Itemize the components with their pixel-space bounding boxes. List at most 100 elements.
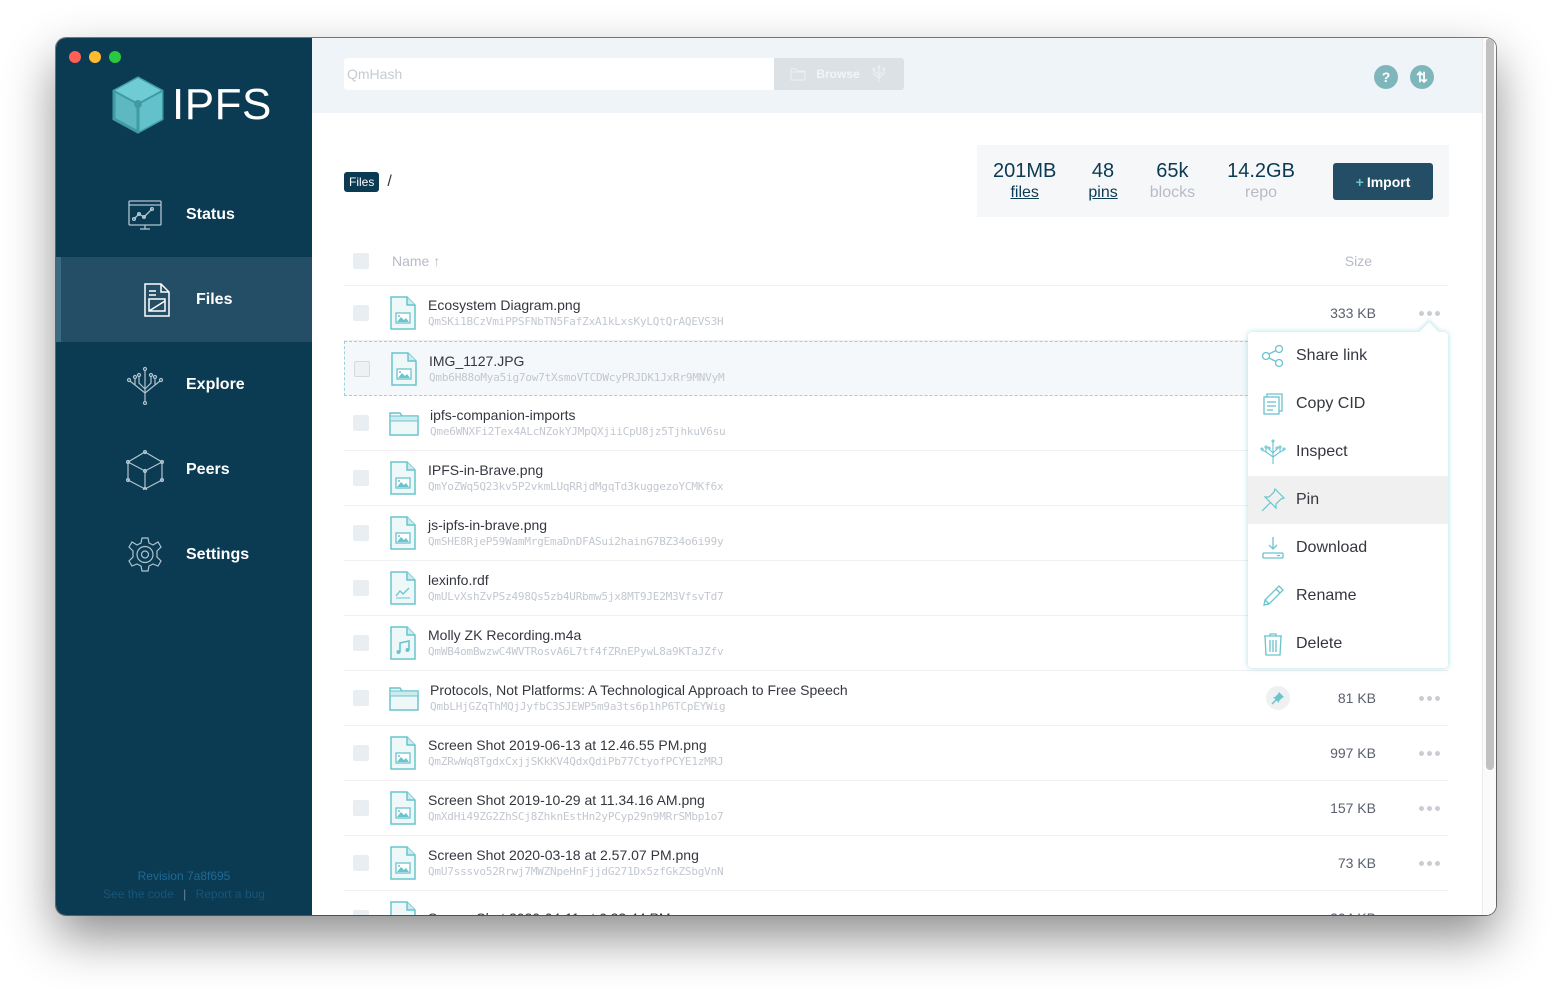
file-row[interactable]: Protocols, Not Platforms: A Technologica… bbox=[344, 671, 1448, 726]
stat-pins[interactable]: 48 pins bbox=[1088, 159, 1117, 203]
file-name[interactable]: Protocols, Not Platforms: A Technologica… bbox=[430, 681, 848, 699]
stat-value: 65k bbox=[1156, 160, 1189, 182]
sidebar-footer: Revision 7a8f695 See the code | Report a… bbox=[56, 869, 312, 901]
file-name[interactable]: Screen Shot 2020-04-11 at 6.32.44 PM.png bbox=[428, 909, 698, 915]
row-checkbox[interactable] bbox=[353, 580, 369, 596]
file-name[interactable]: IPFS-in-Brave.png bbox=[428, 461, 723, 479]
size-column-header[interactable]: Size bbox=[1345, 253, 1372, 269]
file-name[interactable]: Screen Shot 2019-06-13 at 12.46.55 PM.pn… bbox=[428, 736, 723, 754]
file-size: 333 KB bbox=[1330, 305, 1376, 321]
ipfs-logo[interactable]: IPFS bbox=[110, 75, 272, 135]
file-cid: QmSKi1BCzVmiPPSFNbTN5FafZxA1kLxsKyLQtQrA… bbox=[428, 315, 724, 328]
row-checkbox[interactable] bbox=[353, 910, 369, 915]
file-name[interactable]: ipfs-companion-imports bbox=[430, 406, 725, 424]
row-checkbox[interactable] bbox=[353, 745, 369, 761]
stat-repo: 14.2GB repo bbox=[1227, 159, 1295, 203]
file-cid: QmWB4omBwzwC4WVTRosvA6L7tf4fZRnEPywL8a9K… bbox=[428, 645, 724, 658]
file-size: 157 KB bbox=[1330, 800, 1376, 816]
plus-icon: + bbox=[1355, 173, 1364, 190]
image-file-icon bbox=[390, 736, 416, 770]
sidebar-item-files[interactable]: Files bbox=[56, 257, 312, 342]
sidebar-item-settings[interactable]: Settings bbox=[56, 512, 312, 597]
pin-icon bbox=[1261, 487, 1286, 512]
sidebar: IPFS Status Files Explore Peers Settings… bbox=[56, 38, 312, 915]
share-icon bbox=[1261, 344, 1284, 368]
file-name[interactable]: js-ipfs-in-brave.png bbox=[428, 516, 723, 534]
file-row[interactable]: Screen Shot 2019-06-13 at 12.46.55 PM.pn… bbox=[344, 726, 1448, 781]
peers-cube-icon bbox=[126, 449, 164, 490]
menu-item-download[interactable]: Download bbox=[1248, 524, 1448, 572]
file-name[interactable]: Screen Shot 2019-10-29 at 11.34.16 AM.pn… bbox=[428, 791, 723, 809]
sidebar-item-explore[interactable]: Explore bbox=[56, 342, 312, 427]
row-checkbox[interactable] bbox=[353, 800, 369, 816]
file-row[interactable]: Screen Shot 2020-03-18 at 2.57.07 PM.png… bbox=[344, 836, 1448, 891]
menu-item-rename[interactable]: Rename bbox=[1248, 572, 1448, 620]
import-button[interactable]: + Import bbox=[1333, 163, 1433, 200]
scrollbar-thumb[interactable] bbox=[1486, 38, 1494, 770]
report-bug-link[interactable]: Report a bug bbox=[196, 887, 265, 901]
image-file-icon bbox=[390, 791, 416, 825]
name-column-header[interactable]: Name ↑ bbox=[392, 253, 440, 269]
select-all-checkbox[interactable] bbox=[353, 252, 369, 269]
menu-item-pin[interactable]: Pin bbox=[1248, 476, 1448, 524]
file-size: 81 KB bbox=[1337, 690, 1376, 706]
row-checkbox[interactable] bbox=[353, 525, 369, 541]
more-options-icon[interactable] bbox=[1419, 310, 1440, 316]
file-cid: QmbLHjGZqThMQjJyfbC3SJEWP5m9a3ts6p1hP6TC… bbox=[430, 700, 726, 713]
browse-button[interactable]: Browse bbox=[774, 58, 904, 90]
explore-tree-icon bbox=[126, 366, 164, 405]
row-checkbox[interactable] bbox=[353, 635, 369, 651]
file-cid: QmZRwWq8TgdxCxjjSKkKV4QdxQdiPb77CtyofPCY… bbox=[428, 755, 724, 768]
see-code-link[interactable]: See the code bbox=[103, 887, 174, 901]
minimize-window-button[interactable] bbox=[89, 51, 101, 63]
file-name[interactable]: Molly ZK Recording.m4a bbox=[428, 626, 723, 644]
help-icon[interactable]: ? bbox=[1374, 65, 1398, 89]
file-name[interactable]: lexinfo.rdf bbox=[428, 571, 723, 589]
ipfs-cube-logo-icon bbox=[112, 76, 164, 134]
menu-item-delete[interactable]: Delete bbox=[1248, 620, 1448, 668]
inspect-icon bbox=[1260, 439, 1286, 464]
stat-value: 201MB bbox=[993, 160, 1057, 182]
row-checkbox[interactable] bbox=[353, 305, 369, 321]
file-name[interactable]: Screen Shot 2020-03-18 at 2.57.07 PM.png bbox=[428, 846, 723, 864]
menu-item-inspect[interactable]: Inspect bbox=[1248, 428, 1448, 476]
sidebar-item-label: Status bbox=[186, 205, 235, 223]
menu-item-share-link[interactable]: Share link bbox=[1248, 332, 1448, 380]
hash-search-input[interactable] bbox=[344, 58, 774, 90]
stat-files[interactable]: 201MB files bbox=[993, 159, 1056, 203]
breadcrumb-root[interactable]: Files bbox=[344, 172, 380, 192]
stat-label: repo bbox=[1244, 184, 1278, 201]
sidebar-item-peers[interactable]: Peers bbox=[56, 427, 312, 512]
file-cid: QmU7sssvo52Rrwj7MWZNpeHnFjjdG271Dx5zfGkZ… bbox=[428, 865, 724, 878]
row-checkbox[interactable] bbox=[354, 360, 370, 377]
folder-icon bbox=[790, 68, 806, 81]
file-name[interactable]: Ecosystem Diagram.png bbox=[428, 296, 723, 314]
sidebar-item-status[interactable]: Status bbox=[56, 172, 312, 257]
more-options-icon[interactable] bbox=[1419, 750, 1440, 756]
stat-label[interactable]: files bbox=[993, 183, 1056, 203]
menu-item-label: Download bbox=[1296, 539, 1368, 556]
stat-label[interactable]: pins bbox=[1088, 183, 1117, 203]
breadcrumb-separator: / bbox=[387, 173, 392, 190]
more-options-icon[interactable] bbox=[1419, 860, 1440, 866]
file-row[interactable]: Screen Shot 2020-04-11 at 6.32.44 PM.png… bbox=[344, 891, 1448, 915]
stat-value: 14.2GB bbox=[1227, 160, 1295, 182]
sidebar-item-label: Explore bbox=[186, 375, 245, 393]
row-checkbox[interactable] bbox=[353, 855, 369, 871]
file-cid: QmULvXshZvPSz498Qs5zb4URbmw5jx8MT9JE2M3V… bbox=[428, 590, 724, 603]
file-row[interactable]: Screen Shot 2019-10-29 at 11.34.16 AM.pn… bbox=[344, 781, 1448, 836]
row-checkbox[interactable] bbox=[353, 690, 369, 706]
close-window-button[interactable] bbox=[69, 51, 81, 63]
row-checkbox[interactable] bbox=[353, 415, 369, 431]
more-options-icon[interactable] bbox=[1419, 695, 1440, 701]
file-context-menu: Share link Copy CID Inspect Pin Download Rena… bbox=[1248, 332, 1448, 668]
more-options-icon[interactable] bbox=[1419, 805, 1440, 811]
zoom-window-button[interactable] bbox=[109, 51, 121, 63]
row-checkbox[interactable] bbox=[353, 470, 369, 486]
menu-item-copy-cid[interactable]: Copy CID bbox=[1248, 380, 1448, 428]
sidebar-item-label: Peers bbox=[186, 460, 230, 478]
transfer-arrows-icon[interactable]: ⇅ bbox=[1410, 65, 1434, 89]
file-name[interactable]: IMG_1127.JPG bbox=[429, 352, 724, 370]
image-file-icon bbox=[390, 846, 416, 880]
table-header: Name ↑ Size bbox=[344, 236, 1448, 286]
